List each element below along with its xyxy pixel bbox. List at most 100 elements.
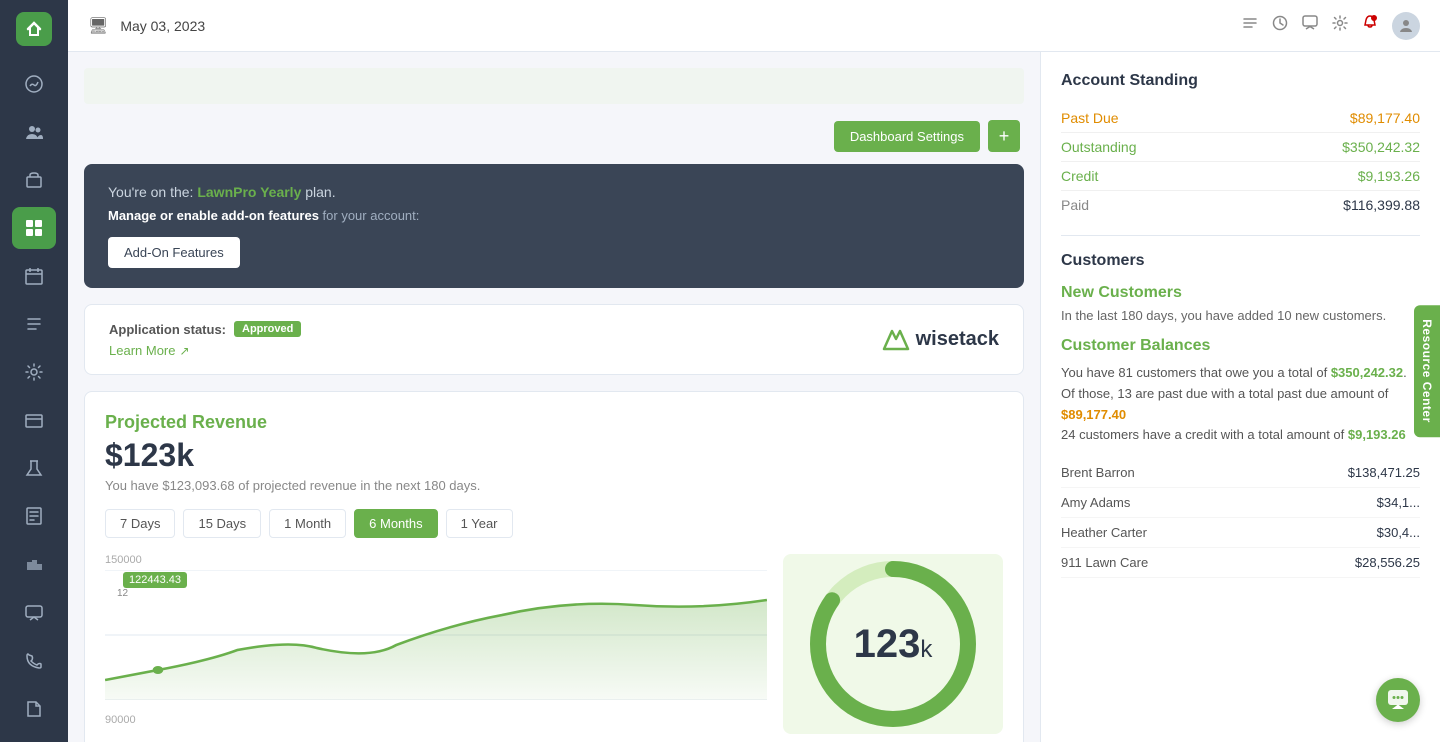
- customer-name: Amy Adams: [1061, 495, 1130, 510]
- past-due-label: Past Due: [1061, 110, 1119, 126]
- wisetack-left: Application status: Approved Learn More …: [109, 321, 301, 358]
- donut-number: 123: [854, 622, 921, 666]
- tooltip-x-label: 12: [117, 588, 128, 599]
- divider-1: [1061, 235, 1420, 236]
- sidebar-logo[interactable]: [16, 12, 52, 46]
- balance-pre: You have 81 customers that owe you a tot…: [1061, 365, 1331, 380]
- chat-bubble[interactable]: [1376, 678, 1420, 722]
- resource-center-tab[interactable]: Resource Center: [1414, 305, 1440, 437]
- customers-section-title: Customers: [1061, 252, 1420, 270]
- paid-label: Paid: [1061, 197, 1089, 213]
- credit-value: $9,193.26: [1358, 168, 1420, 184]
- chart-left: 150000 122443.43 12: [105, 554, 767, 734]
- standing-row-credit: Credit $9,193.26: [1061, 162, 1420, 191]
- customer-row[interactable]: Amy Adams $34,1...: [1061, 488, 1420, 518]
- topbar-icons: [1242, 12, 1420, 40]
- wisetack-logo: wisetack: [882, 328, 999, 351]
- filter-1month[interactable]: 1 Month: [269, 509, 346, 538]
- app-status: Application status: Approved: [109, 321, 301, 337]
- filter-7days[interactable]: 7 Days: [105, 509, 175, 538]
- sidebar-item-analytics[interactable]: [12, 62, 56, 104]
- manage-text: for your account:: [319, 208, 419, 223]
- topbar: 🖥 May 03, 2023: [68, 0, 1440, 52]
- sidebar-item-dashboard[interactable]: [12, 207, 56, 249]
- bell-icon[interactable]: [1362, 15, 1378, 36]
- add-widget-button[interactable]: +: [988, 120, 1020, 152]
- sidebar-item-reports[interactable]: [12, 495, 56, 537]
- balance-text: You have 81 customers that owe you a tot…: [1061, 363, 1420, 446]
- outstanding-value: $350,242.32: [1342, 139, 1420, 155]
- approved-badge: Approved: [234, 321, 301, 337]
- learn-more-text: Learn More: [109, 343, 175, 358]
- sidebar-item-lab[interactable]: [12, 447, 56, 489]
- wisetack-name: wisetack: [916, 328, 999, 351]
- plan-banner-sub: Manage or enable add-on features for you…: [108, 208, 1000, 223]
- sidebar-item-calls[interactable]: [12, 640, 56, 682]
- sidebar: [0, 0, 68, 742]
- donut-suffix: k: [920, 636, 932, 663]
- plan-banner-title: You're on the: LawnPro Yearly plan.: [108, 184, 1000, 200]
- sidebar-item-calendar[interactable]: [12, 255, 56, 297]
- balance-amount2: $89,177.40: [1061, 407, 1126, 422]
- customer-amount: $138,471.25: [1348, 465, 1420, 480]
- main-content: 🖥 May 03, 2023: [68, 0, 1440, 742]
- chart-svg-container: 122443.43 12: [105, 570, 767, 710]
- right-panel: Account Standing Past Due $89,177.40 Out…: [1040, 52, 1440, 742]
- content-area: Dashboard Settings + You're on the: Lawn…: [68, 52, 1440, 742]
- filter-15days[interactable]: 15 Days: [183, 509, 261, 538]
- balance-amount1: $350,242.32: [1331, 365, 1403, 380]
- donut-container: 123k: [803, 554, 983, 734]
- standing-row-pastdue: Past Due $89,177.40: [1061, 104, 1420, 133]
- revenue-filters: 7 Days 15 Days 1 Month 6 Months 1 Year: [105, 509, 1003, 538]
- customer-name: Brent Barron: [1061, 465, 1135, 480]
- clock-icon[interactable]: [1272, 15, 1288, 36]
- dashboard-settings-bar: Dashboard Settings +: [84, 120, 1024, 152]
- filter-6months[interactable]: 6 Months: [354, 509, 437, 538]
- sidebar-item-billing[interactable]: [12, 399, 56, 441]
- filter-1year[interactable]: 1 Year: [446, 509, 513, 538]
- topbar-date: May 03, 2023: [120, 18, 1230, 34]
- revenue-amount: $123k: [105, 437, 1003, 474]
- sidebar-item-tasks[interactable]: [12, 303, 56, 345]
- sidebar-item-packages[interactable]: [12, 159, 56, 201]
- balance-amount3: $9,193.26: [1348, 427, 1406, 442]
- external-link-icon: ↗: [179, 344, 189, 358]
- resource-center-label: Resource Center: [1420, 319, 1434, 423]
- customer-row[interactable]: Heather Carter $30,4...: [1061, 518, 1420, 548]
- user-avatar[interactable]: [1392, 12, 1420, 40]
- chat-icon[interactable]: [1302, 15, 1318, 36]
- customer-name: Heather Carter: [1061, 525, 1147, 540]
- customer-row[interactable]: 911 Lawn Care $28,556.25: [1061, 548, 1420, 578]
- outstanding-label: Outstanding: [1061, 139, 1137, 155]
- revenue-title: Projected Revenue: [105, 412, 1003, 433]
- addon-features-button[interactable]: Add-On Features: [108, 237, 240, 268]
- customer-name: 911 Lawn Care: [1061, 555, 1148, 570]
- past-due-value: $89,177.40: [1350, 110, 1420, 126]
- learn-more-link[interactable]: Learn More ↗: [109, 343, 301, 358]
- customer-amount: $30,4...: [1377, 525, 1420, 540]
- revenue-subtitle: You have $123,093.68 of projected revenu…: [105, 478, 1003, 493]
- donut-text: 123k: [854, 622, 933, 667]
- paid-value: $116,399.88: [1343, 197, 1420, 213]
- sidebar-item-settings[interactable]: [12, 351, 56, 393]
- sidebar-item-analytics2[interactable]: [12, 544, 56, 586]
- plan-link[interactable]: LawnPro Yearly: [197, 184, 301, 200]
- customer-row[interactable]: Brent Barron $138,471.25: [1061, 458, 1420, 488]
- sidebar-item-files[interactable]: [12, 688, 56, 730]
- manage-bold: Manage or enable add-on features: [108, 208, 319, 223]
- plan-banner: You're on the: LawnPro Yearly plan. Mana…: [84, 164, 1024, 288]
- decorative-bar: [84, 68, 1024, 104]
- customer-rows: Brent Barron $138,471.25 Amy Adams $34,1…: [1061, 458, 1420, 578]
- customer-balances-title: Customer Balances: [1061, 337, 1420, 355]
- sidebar-item-customers[interactable]: [12, 111, 56, 153]
- plan-prefix: You're on the:: [108, 184, 197, 200]
- balance-text3: 24 customers have a credit with a total …: [1061, 427, 1348, 442]
- monitor-icon: 🖥: [88, 16, 108, 36]
- standing-row-outstanding: Outstanding $350,242.32: [1061, 133, 1420, 162]
- dashboard-settings-button[interactable]: Dashboard Settings: [834, 121, 980, 152]
- gear-icon[interactable]: [1332, 15, 1348, 36]
- checklist-icon[interactable]: [1242, 15, 1258, 36]
- standing-row-paid: Paid $116,399.88: [1061, 191, 1420, 219]
- sidebar-item-messages[interactable]: [12, 592, 56, 634]
- left-panel: Dashboard Settings + You're on the: Lawn…: [68, 52, 1040, 742]
